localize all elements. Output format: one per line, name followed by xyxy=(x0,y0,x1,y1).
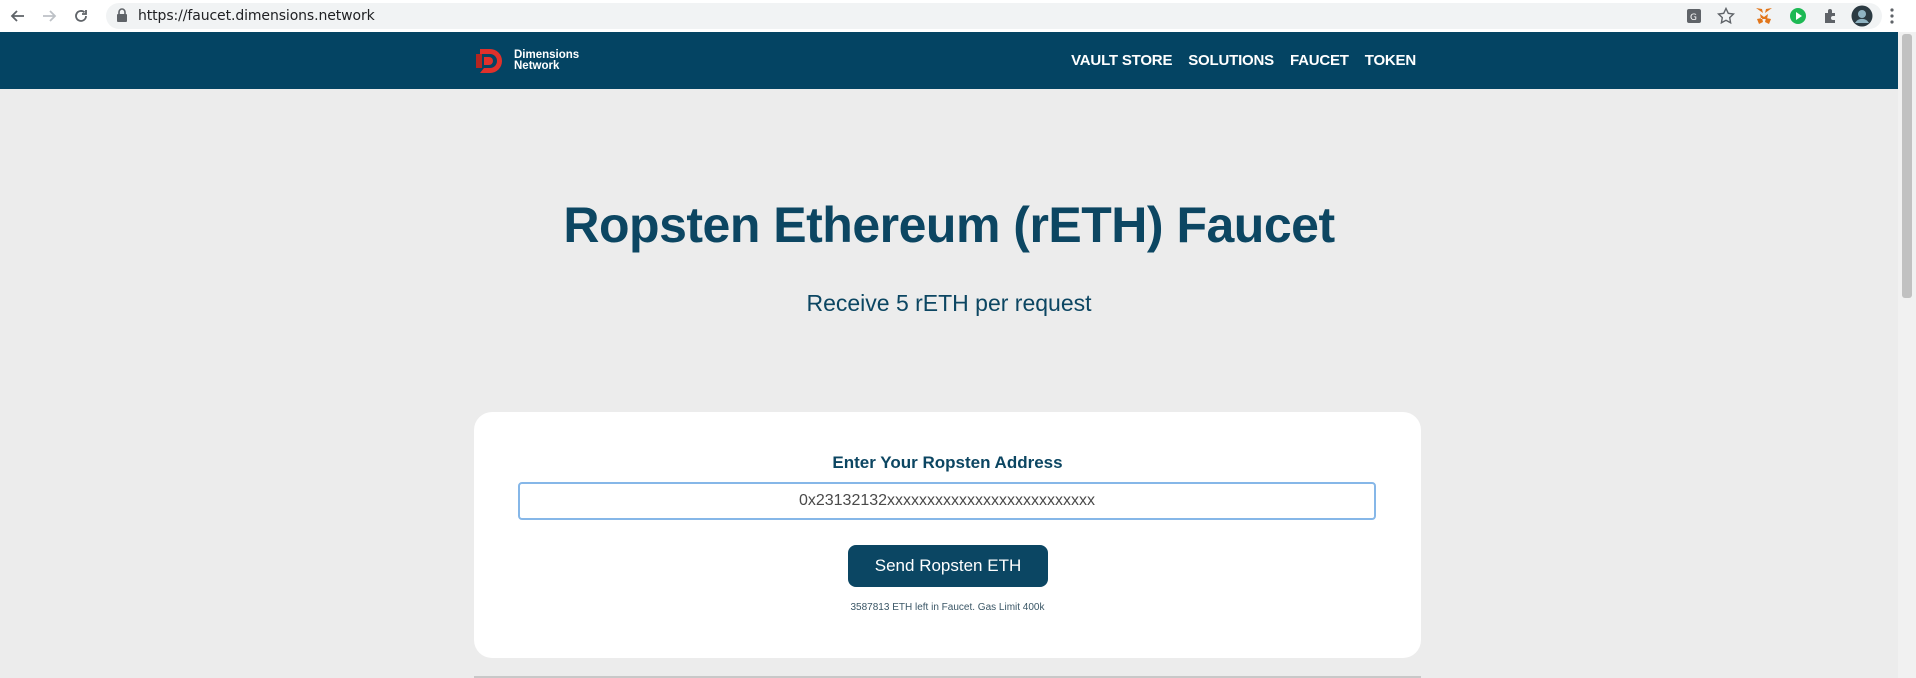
forward-arrow-icon[interactable] xyxy=(37,4,61,28)
page-scrollbar[interactable] xyxy=(1898,32,1916,678)
nav-link-solutions[interactable]: SOLUTIONS xyxy=(1188,52,1274,69)
svg-text:G: G xyxy=(1690,13,1697,23)
logo[interactable]: Dimensions Network xyxy=(474,45,594,77)
ropsten-address-input[interactable] xyxy=(518,482,1376,520)
site-header: Dimensions Network VAULT STORE SOLUTIONS… xyxy=(0,32,1898,89)
address-bar[interactable]: https://faucet.dimensions.network xyxy=(106,3,1882,29)
lock-icon xyxy=(116,8,128,27)
nav-link-token[interactable]: TOKEN xyxy=(1365,52,1416,69)
address-field-label: Enter Your Ropsten Address xyxy=(832,453,1063,472)
back-arrow-icon[interactable] xyxy=(6,4,30,28)
browser-toolbar: https://faucet.dimensions.network G xyxy=(0,0,1916,33)
scrollbar-thumb[interactable] xyxy=(1902,34,1912,298)
star-bookmark-icon[interactable] xyxy=(1714,4,1738,28)
nav-link-faucet[interactable]: FAUCET xyxy=(1290,52,1349,69)
play-extension-icon[interactable] xyxy=(1786,4,1810,28)
page-subtitle: Receive 5 rETH per request xyxy=(806,290,1092,316)
url-text: https://faucet.dimensions.network xyxy=(138,8,375,24)
page-title: Ropsten Ethereum (rETH) Faucet xyxy=(563,197,1335,253)
dimensions-logo-icon xyxy=(476,49,502,73)
translate-icon[interactable]: G xyxy=(1682,4,1706,28)
main-nav: VAULT STORE SOLUTIONS FAUCET TOKEN xyxy=(1071,32,1416,89)
profile-avatar[interactable] xyxy=(1850,4,1874,28)
kebab-menu-icon[interactable] xyxy=(1882,4,1902,28)
send-ropsten-eth-button[interactable]: Send Ropsten ETH xyxy=(848,545,1048,587)
nav-link-vault-store[interactable]: VAULT STORE xyxy=(1071,52,1172,69)
faucet-form-card: Enter Your Ropsten Address Send Ropsten … xyxy=(474,412,1421,658)
logo-text-line2: Network xyxy=(514,60,560,72)
puzzle-extensions-icon[interactable] xyxy=(1818,4,1842,28)
faucet-balance-note: 3587813 ETH left in Faucet. Gas Limit 40… xyxy=(850,602,1045,613)
metamask-fox-icon[interactable] xyxy=(1752,4,1776,28)
reload-icon[interactable] xyxy=(69,4,93,28)
